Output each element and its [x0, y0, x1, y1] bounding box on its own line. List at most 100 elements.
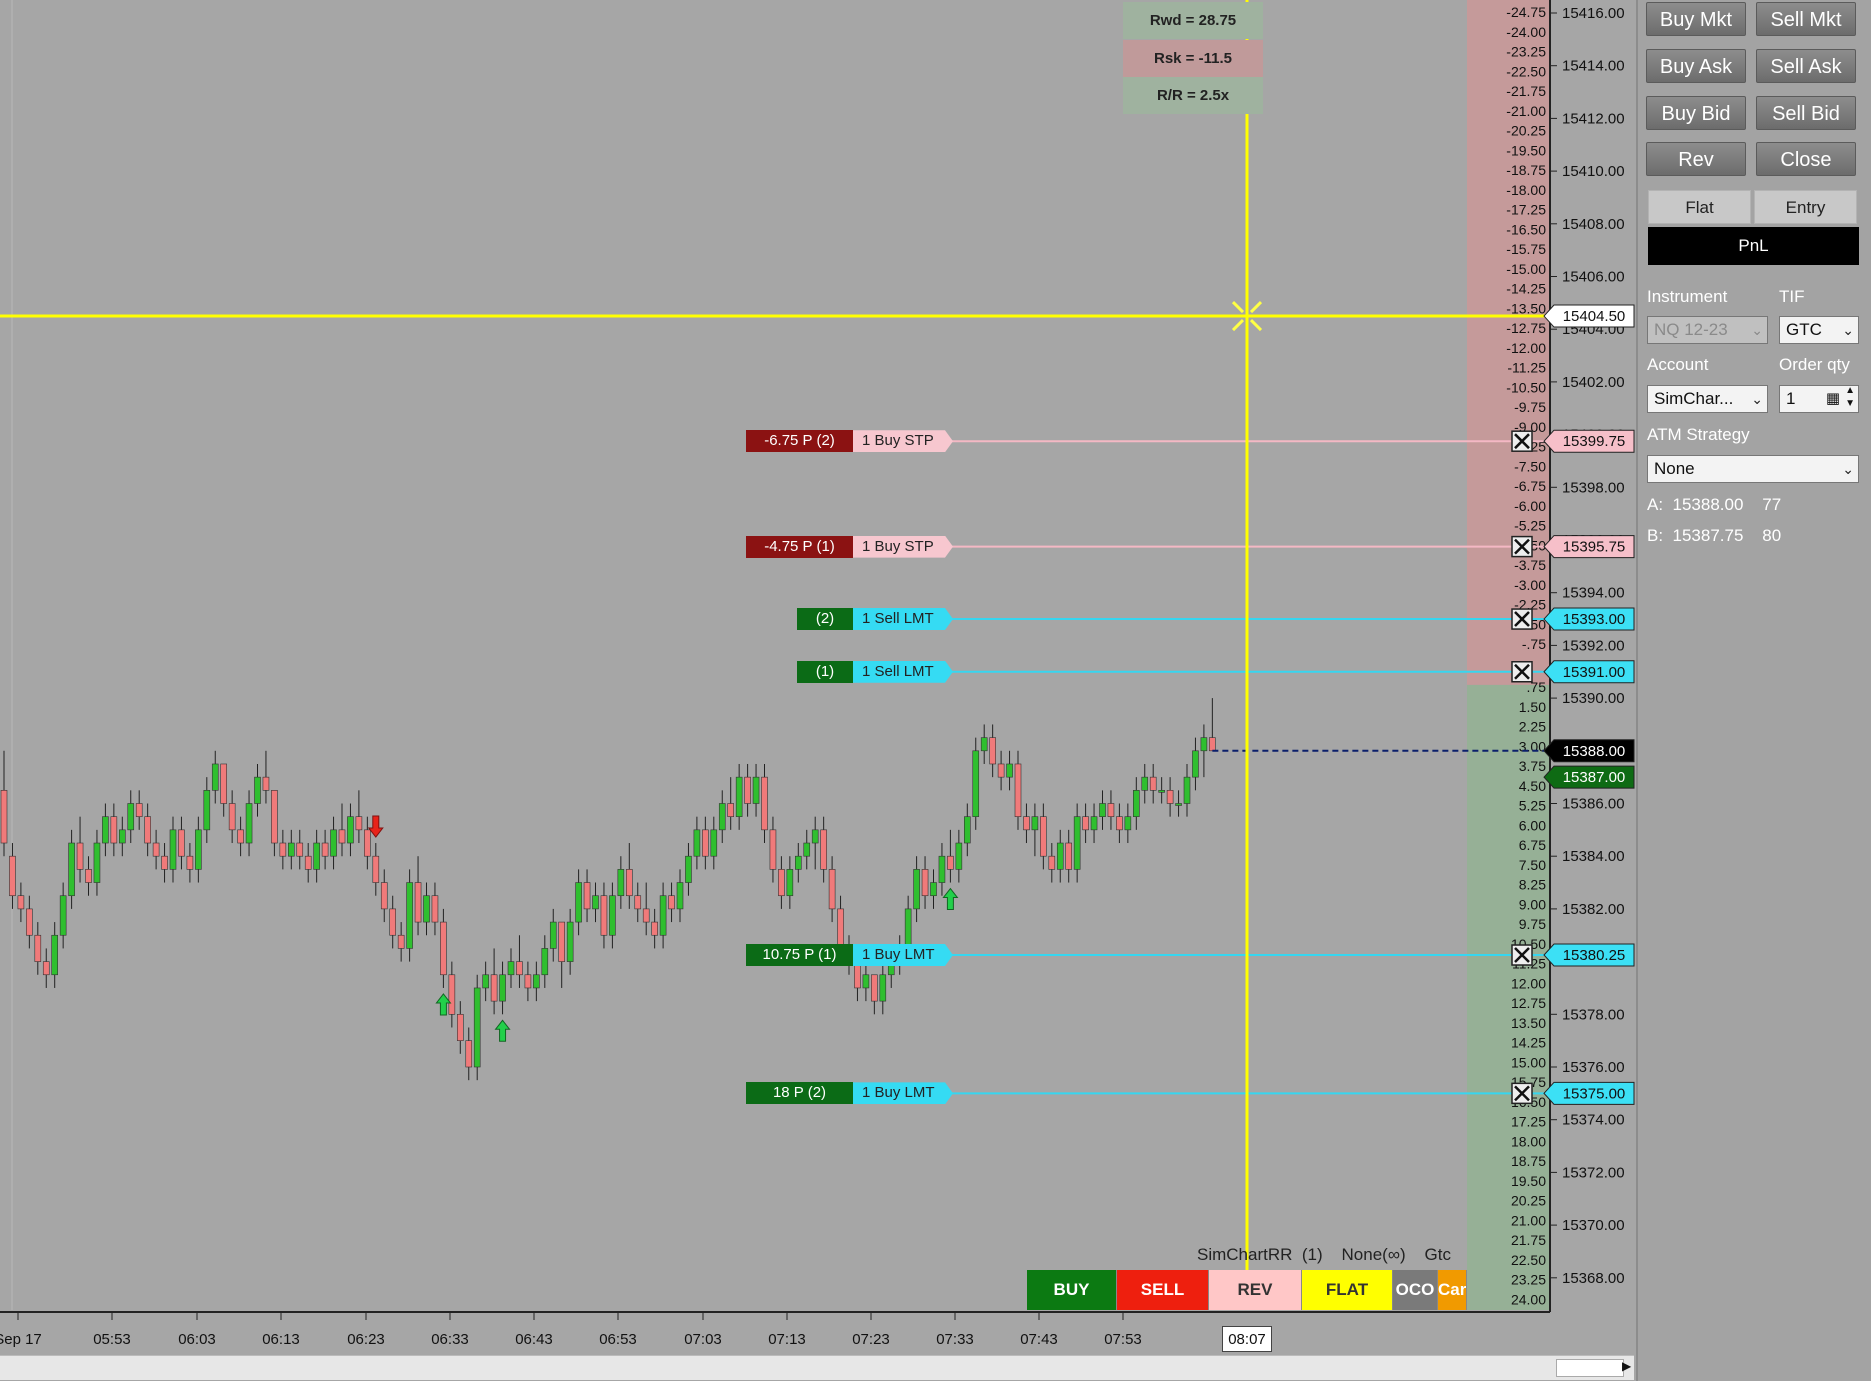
down-candle: [1116, 816, 1123, 831]
down-candle: [380, 882, 388, 910]
order-desc-label: 1 Sell LMT: [853, 608, 953, 630]
calculator-icon[interactable]: ▦: [1826, 386, 1840, 412]
up-candle: [195, 829, 202, 870]
pnl-tick-label: 4.50: [1519, 778, 1546, 794]
pnl-tick-label: -17.25: [1506, 202, 1546, 218]
cancel-order-icon[interactable]: [1511, 944, 1533, 966]
atm-strategy-select[interactable]: None ⌄: [1647, 455, 1859, 483]
up-candle: [955, 842, 963, 870]
down-candle: [524, 974, 532, 989]
down-candle: [1209, 737, 1216, 752]
up-candle: [575, 882, 582, 923]
up-candle: [566, 921, 574, 962]
order-tag[interactable]: (1) 1 Sell LMT: [797, 660, 953, 683]
up-candle: [347, 816, 354, 844]
order-tag[interactable]: 18 P (2) 1 Buy LMT: [746, 1082, 953, 1105]
order-tag[interactable]: -6.75 P (2) 1 Buy STP: [746, 430, 953, 453]
cancel-order-icon[interactable]: [1511, 430, 1533, 452]
order-qty-stepper[interactable]: 1 ▦ ▲ ▼: [1779, 385, 1859, 413]
tif-select[interactable]: GTC ⌄: [1779, 316, 1859, 344]
down-candle: [516, 961, 523, 976]
down-candle: [389, 908, 397, 936]
up-candle: [963, 816, 971, 844]
order-tag[interactable]: 10.75 P (1) 1 Buy LMT: [746, 944, 953, 966]
down-candle: [600, 895, 608, 936]
down-candle: [237, 829, 244, 844]
order-pnl-label: 10.75 P (1): [746, 944, 853, 966]
pnl-tick-label: -21.75: [1506, 83, 1546, 99]
up-candle: [549, 921, 557, 949]
pnl-tick-label: 5.25: [1519, 798, 1546, 814]
atm-status-text: SimChartRR (1) None(∞) Gtc: [1197, 1245, 1451, 1264]
tif-value: GTC: [1786, 320, 1822, 339]
price-tick-label: 15392.00: [1562, 637, 1625, 654]
order-pnl-label: -4.75 P (1): [746, 535, 853, 558]
up-candle: [1183, 776, 1191, 804]
up-candle: [169, 829, 177, 870]
up-candle: [541, 948, 549, 976]
up-candle: [862, 974, 870, 989]
reverse-button[interactable]: REV: [1209, 1270, 1302, 1310]
down-candle: [465, 1040, 473, 1068]
cancel-order-icon[interactable]: [1511, 661, 1533, 683]
order-tag[interactable]: -4.75 P (1) 1 Buy STP: [746, 535, 953, 558]
scroll-right-icon[interactable]: ▶: [1622, 1359, 1631, 1373]
down-candle: [921, 869, 929, 897]
buy-bid-button[interactable]: Buy Bid: [1646, 96, 1746, 130]
cancel-order-icon[interactable]: [1511, 608, 1533, 630]
sell-bid-button[interactable]: Sell Bid: [1756, 96, 1856, 130]
cancel-button[interactable]: Car: [1438, 1270, 1467, 1310]
buy-ask-button[interactable]: Buy Ask: [1646, 49, 1746, 83]
instrument-label: Instrument: [1647, 287, 1728, 306]
price-tick-label: 15370.00: [1562, 1217, 1625, 1234]
price-chart[interactable]: 15416.00 15414.00 15412.00 15410.00 15408.00…: [0, 0, 1636, 1381]
instrument-select[interactable]: NQ 12-23 ⌄: [1647, 316, 1768, 344]
down-candle: [634, 895, 642, 910]
order-tag[interactable]: (2) 1 Sell LMT: [797, 608, 953, 631]
cancel-order-icon[interactable]: [1511, 1082, 1533, 1105]
pnl-tick-label: 6.75: [1519, 837, 1546, 853]
oco-button[interactable]: OCO: [1393, 1270, 1438, 1310]
pnl-tick-label: 9.75: [1519, 916, 1546, 932]
chevron-down-icon: ⌄: [1842, 461, 1854, 477]
flat-button[interactable]: FLAT: [1302, 1270, 1393, 1310]
sell-button[interactable]: SELL: [1117, 1270, 1209, 1310]
time-tick-label: 05:53: [93, 1331, 131, 1348]
entry-tab[interactable]: Entry: [1754, 190, 1857, 224]
reverse-position-button[interactable]: Rev: [1646, 142, 1746, 176]
risk-label: Rsk = -11.5: [1123, 40, 1263, 77]
buy-market-button[interactable]: Buy Mkt: [1646, 2, 1746, 36]
down-candle: [702, 829, 709, 857]
price-tick-label: 15416.00: [1562, 5, 1625, 22]
down-candle: [558, 921, 566, 962]
pnl-tick-label: -18.75: [1506, 162, 1546, 178]
up-candle: [786, 869, 794, 897]
instrument-value: NQ 12-23: [1654, 320, 1728, 339]
scrollbar-thumb[interactable]: [1556, 1359, 1624, 1377]
up-candle: [718, 803, 726, 831]
price-marker-label: 15391.00: [1563, 664, 1626, 681]
price-tick-label: 15372.00: [1562, 1164, 1625, 1181]
up-candle: [794, 855, 802, 870]
pnl-tick-label: -11.25: [1507, 360, 1546, 376]
down-candle: [947, 855, 954, 870]
cancel-order-icon[interactable]: [1511, 535, 1533, 558]
sell-ask-button[interactable]: Sell Ask: [1756, 49, 1856, 83]
pnl-tick-label: -.75: [1522, 636, 1546, 652]
horizontal-scrollbar[interactable]: ▶: [0, 1355, 1634, 1380]
up-candle: [676, 882, 684, 910]
up-candle: [972, 750, 980, 817]
buy-button[interactable]: BUY: [1027, 1270, 1117, 1310]
spinner-arrows-icon[interactable]: ▲ ▼: [1845, 384, 1855, 410]
close-position-button[interactable]: Close: [1756, 142, 1856, 176]
flat-tab[interactable]: Flat: [1648, 190, 1751, 224]
sell-market-button[interactable]: Sell Mkt: [1756, 2, 1856, 36]
account-select[interactable]: SimChar... ⌄: [1647, 385, 1768, 413]
down-candle: [448, 974, 456, 1015]
pnl-tick-label: 7.50: [1519, 857, 1546, 873]
up-candle: [287, 842, 295, 857]
atm-strategy-value: None: [1654, 459, 1695, 478]
pnl-tick-label: -22.50: [1506, 63, 1546, 79]
pnl-tick-label: -18.00: [1506, 182, 1546, 198]
tif-label: TIF: [1779, 287, 1805, 306]
